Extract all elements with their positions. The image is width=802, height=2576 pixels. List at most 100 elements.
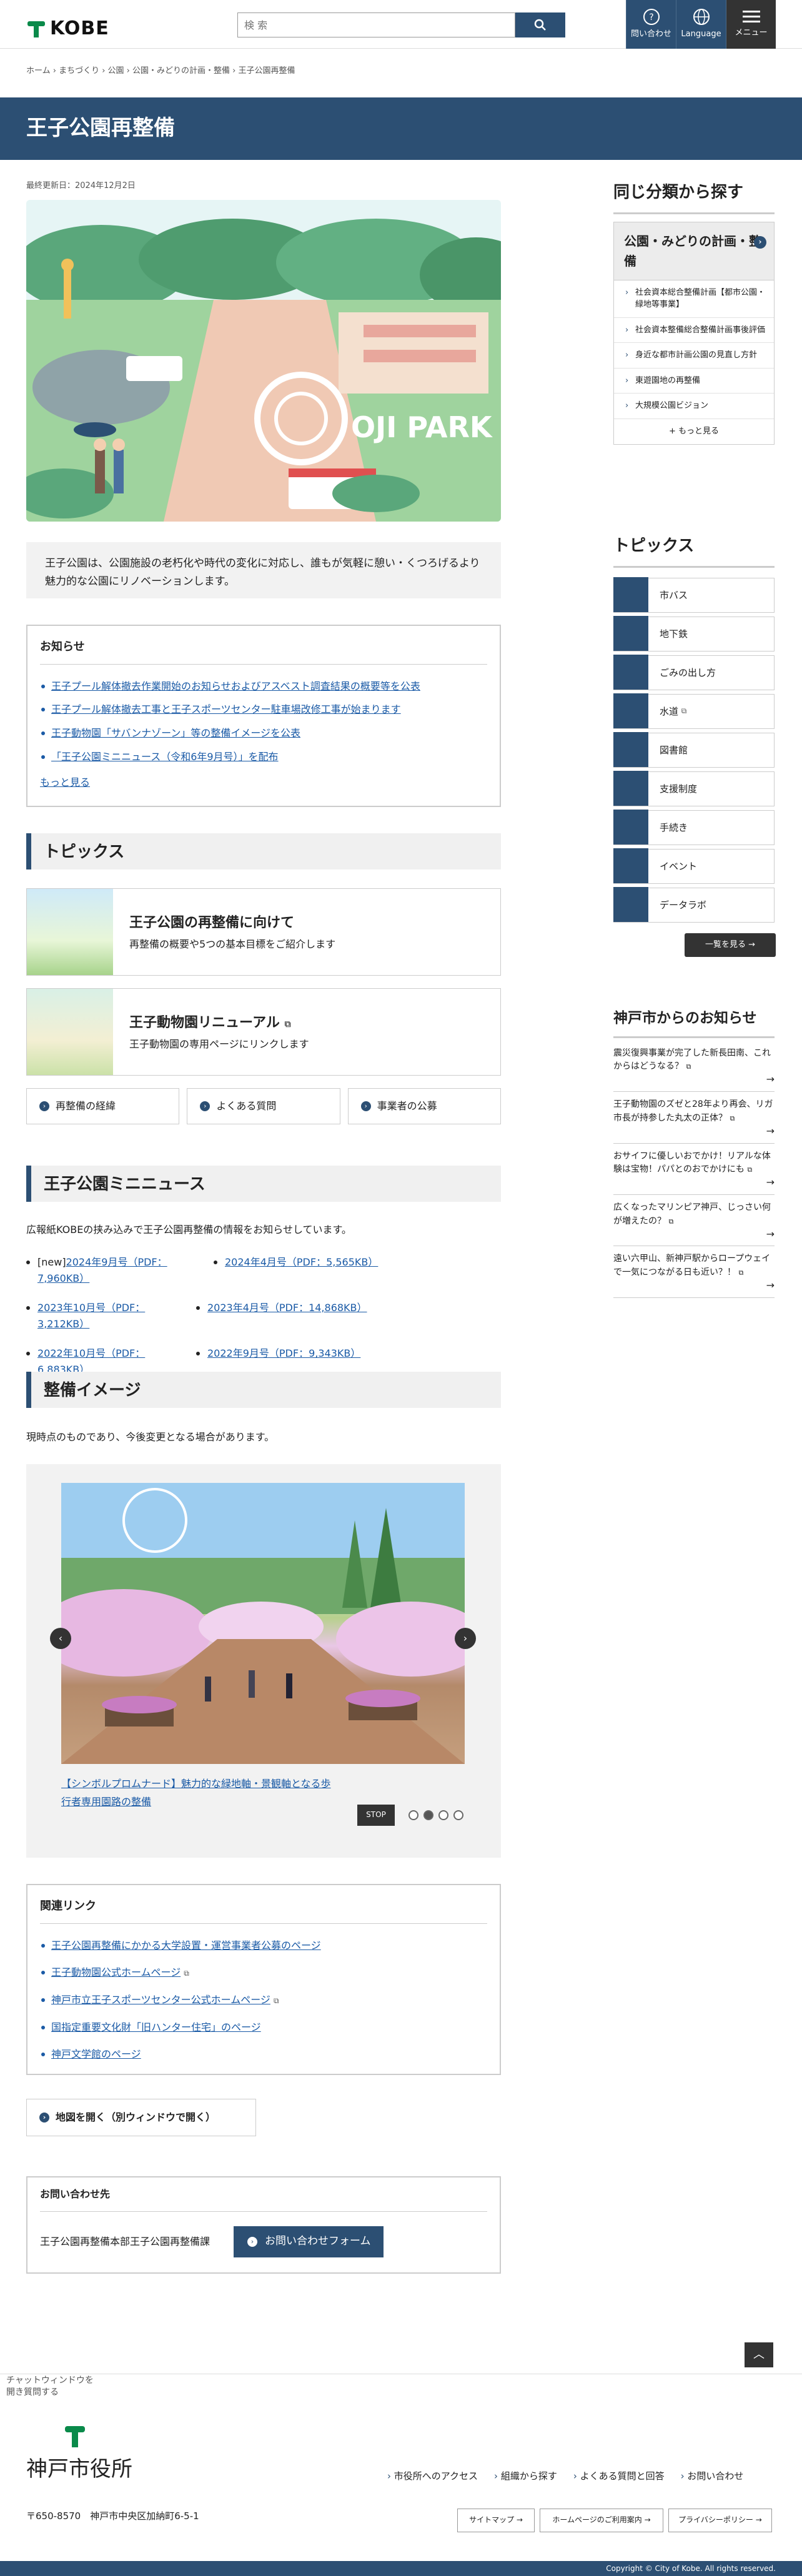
sidebar-topic-bus[interactable]: 市バス [613,577,775,613]
carousel-next-button[interactable]: › [455,1628,476,1649]
list-item[interactable]: 神戸市立王子スポーツセンター公式ホームページ ⧉ [40,1988,487,2016]
topic-card-renovation[interactable]: 王子公園の再整備に向けて 再整備の概要や5つの基本目標をご紹介します [26,888,501,976]
image-carousel: ‹ › 【シンボルプロムナード】魅力的な緑地軸・景観軸となる歩行者専用園路の整備… [26,1464,501,1858]
related-link[interactable]: 国指定重要文化財「旧ハンター住宅」のページ [51,2021,261,2033]
sidebar-sub-item[interactable]: 東遊園地の再整備 [614,369,774,394]
search-button[interactable] [515,12,565,37]
pill-recruit[interactable]: › 事業者の公募 [347,1088,501,1124]
kobe-news-item[interactable]: 遠い六甲山、新神戸駅からロープウェイで一気につながる日も近い？！ ⧉ → [613,1246,775,1298]
language-label: Language [681,29,721,39]
menu-button[interactable]: メニュー [726,0,776,49]
list-item[interactable]: 2023年10月号（PDF：3,212KB） [26,1300,184,1332]
pill-faq[interactable]: › よくある質問 [187,1088,340,1124]
pill-history[interactable]: › 再整備の経緯 [26,1088,180,1124]
open-map-button[interactable]: › 地図を開く（別ウィンドウで開く） [26,2099,256,2136]
arrow-right-icon: → [766,1279,775,1291]
sidebar-sub-item[interactable]: 社会資本整備総合整備計画事後評価 [614,318,774,344]
last-updated: 最終更新日：2024年12月2日 [26,181,136,191]
list-item[interactable]: 2024年4月号（PDF：5,565KB） [214,1254,378,1286]
footer-link-faq[interactable]: よくある質問と回答 [573,2469,665,2484]
carousel-slide[interactable] [61,1483,465,1764]
water-icon [613,693,648,729]
mini-news-link[interactable]: 2023年4月号（PDF：14,868KB） [207,1302,367,1314]
list-item[interactable]: 国指定重要文化財「旧ハンター住宅」のページ [40,2016,487,2043]
sidebar-topic-procedure[interactable]: 手続き [613,810,775,845]
related-link[interactable]: 神戸文学館のページ [51,2048,141,2060]
carousel-dot[interactable] [438,1810,448,1820]
carousel-dot[interactable] [408,1810,418,1820]
contact-form-label: お問い合わせフォーム [265,2235,371,2248]
carousel-prev-button[interactable]: ‹ [50,1628,71,1649]
chat-window-link[interactable]: チャットウィンドウを開き質問する [6,2375,100,2399]
list-item[interactable]: [new]2024年9月号（PDF：7,960KB） [26,1254,201,1286]
list-item[interactable]: 「王子公園ミニニュース（令和6年9月号）」を配布 [40,745,487,769]
sidebar-topic-garbage[interactable]: ごみの出し方 [613,655,775,690]
arrow-right-icon: → [766,1073,775,1086]
topic-card-zoo[interactable]: 王子動物園リニューアル ⧉ 王子動物園の専用ページにリンクします [26,988,501,1076]
footer-logo[interactable]: 神戸市役所 [26,2424,132,2486]
arrow-right-icon: › [247,2237,257,2247]
hero-park-illustration: OJI PARK [26,200,501,522]
carousel-dot-active[interactable] [423,1810,433,1820]
slide-caption-link[interactable]: 【シンボルプロムナード】魅力的な緑地軸・景観軸となる歩行者専用園路の整備 [61,1775,336,1811]
external-link-icon: ⧉ [686,1063,691,1071]
view-all-button[interactable]: 一覧を見る → [685,933,776,957]
notice-link[interactable]: 王子プール解体撤去工事と王子スポーツセンター駐車場改修工事が始まります [51,703,401,715]
topic-pills: › 再整備の経緯 › よくある質問 › 事業者の公募 [26,1088,501,1124]
sidebar-more[interactable]: + もっと見る [614,419,774,445]
sidebar-topic-library[interactable]: 図書館 [613,732,775,768]
sidebar-topic-subway[interactable]: 地下鉄 [613,616,775,651]
sidebar-topic-support[interactable]: 支援制度 [613,771,775,806]
related-link[interactable]: 王子動物園公式ホームページ [51,1966,181,1978]
mini-news-link[interactable]: 2023年10月号（PDF：3,212KB） [37,1302,145,1330]
notices-more-link[interactable]: もっと見る [40,775,487,791]
notice-link[interactable]: 王子動物園「サバンナゾーン」等の整備イメージを公表 [51,727,300,739]
contact-form-button[interactable]: › お問い合わせフォーム [234,2226,384,2257]
kobe-logo[interactable]: KOBE [26,14,109,44]
topic-thumbnail [27,889,113,975]
site-header: KOBE ? 問い合わせ Language メニュー [0,0,802,49]
privacy-policy-button[interactable]: プライバシーポリシー → [668,2509,772,2532]
external-link-icon: ⧉ [284,1019,291,1029]
mini-news-link[interactable]: 2022年9月号（PDF：9,343KB） [207,1347,360,1359]
carousel-stop-button[interactable]: STOP [357,1805,395,1826]
related-link[interactable]: 神戸市立王子スポーツセンター公式ホームページ [51,1994,270,2006]
usage-guide-button[interactable]: ホームページのご利用案内 → [540,2509,663,2532]
kobe-news-item[interactable]: おサイフに優しいおでかけ！リアルな体験は宝物！パパとのおでかけにも ⧉ → [613,1144,775,1195]
footer-address: 〒650-8570 神戸市中央区加納町6-5-1 [26,2510,199,2522]
mini-news-link[interactable]: 2024年4月号（PDF：5,565KB） [225,1256,378,1268]
list-item[interactable]: 王子プール解体撤去工事と王子スポーツセンター駐車場改修工事が始まります [40,698,487,721]
sidebar-sub-item[interactable]: 社会資本総合整備計画【都市公園・緑地等事業】 [614,280,774,318]
list-item[interactable]: 王子動物園公式ホームページ ⧉ [40,1961,487,1988]
language-button[interactable]: Language [676,0,726,49]
back-to-top-button[interactable]: ︿ [745,2342,773,2367]
sidebar-topic-water[interactable]: 水道 ⧉ [613,693,775,729]
sidebar-topic-event[interactable]: イベント [613,848,775,884]
list-item[interactable]: 神戸文学館のページ [40,2043,487,2066]
sidebar-sub-item[interactable]: 身近な都市計画公園の見直し方針 [614,343,774,369]
promenade-rendering [61,1483,465,1764]
list-item[interactable]: 2023年4月号（PDF：14,868KB） [196,1300,367,1332]
kobe-news-item[interactable]: 広くなったマリンピア神戸、じっさい何が増えたの？ ⧉ → [613,1195,775,1247]
notice-link[interactable]: 「王子公園ミニニュース（令和6年9月号）」を配布 [51,751,279,763]
footer-link-access[interactable]: 市役所へのアクセス [387,2469,478,2484]
list-item[interactable]: 王子プール解体撤去作業開始のお知らせおよびアスベスト調査結果の概要等を公表 [40,675,487,698]
sitemap-button[interactable]: サイトマップ → [457,2509,535,2532]
sidebar-sub-item[interactable]: 大規模公園ビジョン [614,394,774,419]
kobe-news-item[interactable]: 王子動物園のズゼと28年より再会、リガ市長が持参した丸太の正体？ ⧉ → [613,1092,775,1144]
contact-header-button[interactable]: ? 問い合わせ [626,0,676,49]
related-link[interactable]: 王子公園再整備にかかる大学設置・運営事業者公募のページ [51,1939,321,1951]
notice-link[interactable]: 王子プール解体撤去作業開始のお知らせおよびアスベスト調査結果の概要等を公表 [51,680,420,692]
mini-news-desc: 広報紙KOBEの挟み込みで王子公園再整備の情報をお知らせしています。 [26,1224,352,1236]
category-header[interactable]: 公園・みどりの計画・整備 › [613,221,775,280]
breadcrumb[interactable]: ホーム › まちづくり › 公園 › 公園・みどりの計画・整備 › 王子公園再整… [26,65,295,78]
footer-link-org[interactable]: 組織から探す [494,2469,557,2484]
carousel-dot[interactable] [453,1810,463,1820]
kobe-news-item[interactable]: 震災復興事業が完了した新長田南、これからはどうなる？ ⧉ → [613,1041,775,1092]
list-item[interactable]: 王子動物園「サバンナゾーン」等の整備イメージを公表 [40,721,487,745]
carousel-controls: STOP [357,1805,463,1826]
search-input[interactable] [237,12,515,37]
sidebar-topic-datalab[interactable]: データラボ [613,887,775,923]
footer-link-contact[interactable]: お問い合わせ [681,2469,743,2484]
list-item[interactable]: 王子公園再整備にかかる大学設置・運営事業者公募のページ [40,1934,487,1961]
